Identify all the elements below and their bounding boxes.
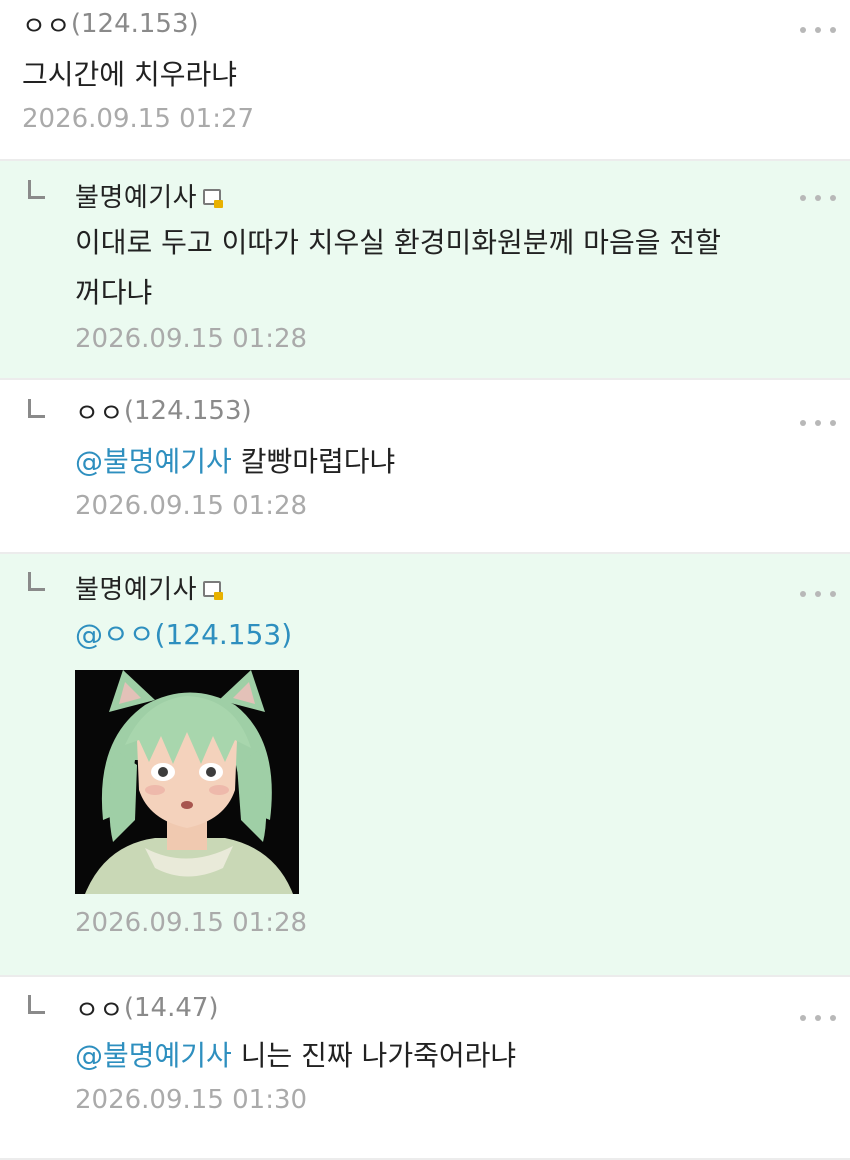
more-options-icon[interactable] — [800, 418, 836, 428]
more-options-icon[interactable] — [800, 1013, 836, 1023]
comment-text: 이대로 두고 이따가 치우실 환경미화원분께 마음을 전할꺼다냐 — [75, 226, 721, 309]
comment-date: 2026.09.15 01:27 — [22, 104, 255, 134]
comment-nickname[interactable]: ㅇㅇ — [75, 990, 124, 1027]
fixed-nickname-icon — [203, 581, 224, 600]
more-options-icon[interactable] — [800, 589, 836, 599]
comment-header: ㅇㅇ (124.153) — [22, 9, 850, 42]
attached-image[interactable] — [75, 670, 299, 894]
reply-comment: 불명예기사 이대로 두고 이따가 치우실 환경미화원분께 마음을 전할꺼다냐 2… — [0, 161, 850, 380]
comment-nickname[interactable]: ㅇㅇ — [22, 6, 71, 43]
anime-girl-portrait — [75, 670, 299, 894]
reply-comment: 불명예기사 @ㅇㅇ(124.153) 2026.09.15 01:28 — [0, 554, 850, 977]
comment-date: 2026.09.15 01:28 — [75, 491, 308, 521]
mention-link[interactable]: @ㅇㅇ(124.153) — [75, 618, 292, 651]
comment-text: @불명예기사 칼빵마렵다냐 — [75, 445, 396, 478]
comment-nickname[interactable]: ㅇㅇ — [75, 393, 124, 430]
comment-date: 2026.09.15 01:28 — [75, 324, 308, 354]
mention-link[interactable]: @불명예기사 — [75, 445, 232, 478]
comment-text: @불명예기사 니는 진짜 나가죽어라냐 — [75, 1039, 517, 1072]
more-options-icon[interactable] — [800, 193, 836, 203]
comment-header: ㅇㅇ (14.47) — [75, 993, 850, 1026]
reply-comment: ㅇㅇ (124.153) @불명예기사 칼빵마렵다냐 2026.09.15 01… — [0, 380, 850, 554]
more-options-icon[interactable] — [800, 25, 836, 35]
comment-nickname[interactable]: 불명예기사 — [75, 177, 197, 214]
comment-nickname[interactable]: 불명예기사 — [75, 569, 197, 606]
reply-arrow-icon — [28, 399, 45, 418]
comment-text: 그시간에 치우라냐 — [22, 58, 237, 91]
reply-arrow-icon — [28, 995, 45, 1014]
comment-date: 2026.09.15 01:28 — [75, 908, 308, 938]
comment-header: 불명예기사 — [75, 180, 850, 213]
comment-text: @ㅇㅇ(124.153) — [75, 610, 850, 660]
comment: ㅇㅇ (124.153) 그시간에 치우라냐 2026.09.15 01:27 — [0, 0, 850, 161]
comment-ip: (124.153) — [123, 396, 252, 426]
comment-ip: (14.47) — [123, 993, 219, 1023]
reply-arrow-icon — [28, 572, 45, 591]
fixed-nickname-icon — [203, 189, 224, 208]
comment-header: 불명예기사 — [75, 572, 850, 605]
comment-date: 2026.09.15 01:30 — [75, 1085, 308, 1115]
reply-arrow-icon — [28, 180, 45, 199]
comment-ip: (124.153) — [70, 9, 199, 39]
mention-link[interactable]: @불명예기사 — [75, 1039, 232, 1072]
reply-comment: ㅇㅇ (14.47) @불명예기사 니는 진짜 나가죽어라냐 2026.09.1… — [0, 977, 850, 1160]
comment-header: ㅇㅇ (124.153) — [75, 396, 850, 429]
